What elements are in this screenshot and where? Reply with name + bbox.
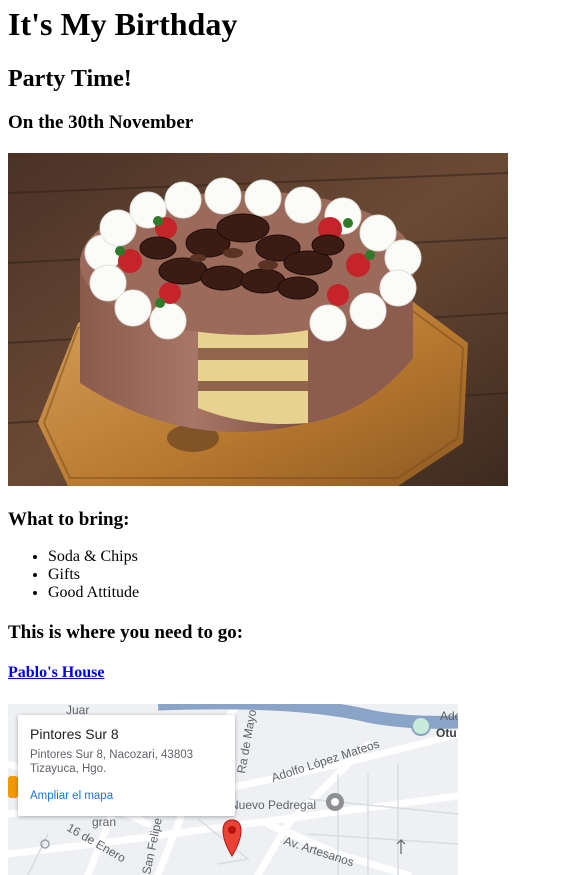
date-line: On the 30th November	[8, 112, 194, 133]
pablos-house-link[interactable]: Pablo's House	[8, 664, 104, 682]
where-to-go-heading: This is where you need to go:	[8, 622, 244, 643]
page-title: It's My Birthday	[8, 6, 238, 42]
svg-text:Ade: Ade	[440, 709, 458, 723]
cake-photo-svg	[8, 153, 508, 486]
svg-text:Nuevo Pedregal: Nuevo Pedregal	[230, 798, 316, 812]
map-address: Pintores Sur 8, Nacozari, 43803 Tizayuca…	[30, 749, 194, 775]
bigger-map-link[interactable]: Ampliar el mapa	[30, 789, 223, 803]
bring-list: Soda & Chips Gifts Good Attitude	[8, 548, 139, 602]
svg-text:Otu: Otu	[436, 726, 457, 740]
svg-text:gran: gran	[92, 815, 116, 829]
what-to-bring-heading: What to bring:	[8, 509, 130, 530]
map-place-name: Pintores Sur 8	[30, 726, 119, 742]
page-subtitle: Party Time!	[8, 66, 132, 92]
list-item: Good Attitude	[48, 584, 139, 602]
page: It's My Birthday Party Time! On the 30th…	[0, 0, 571, 875]
embedded-map[interactable]: Adolfo López Mateos Nuevo Pedregal Av. A…	[8, 704, 458, 875]
list-item: Gifts	[48, 566, 139, 584]
birthday-cake-image	[8, 153, 508, 486]
list-item: Soda & Chips	[48, 548, 139, 566]
map-info-card: Pintores Sur 8 Pintores Sur 8, Nacozari,…	[18, 715, 235, 816]
